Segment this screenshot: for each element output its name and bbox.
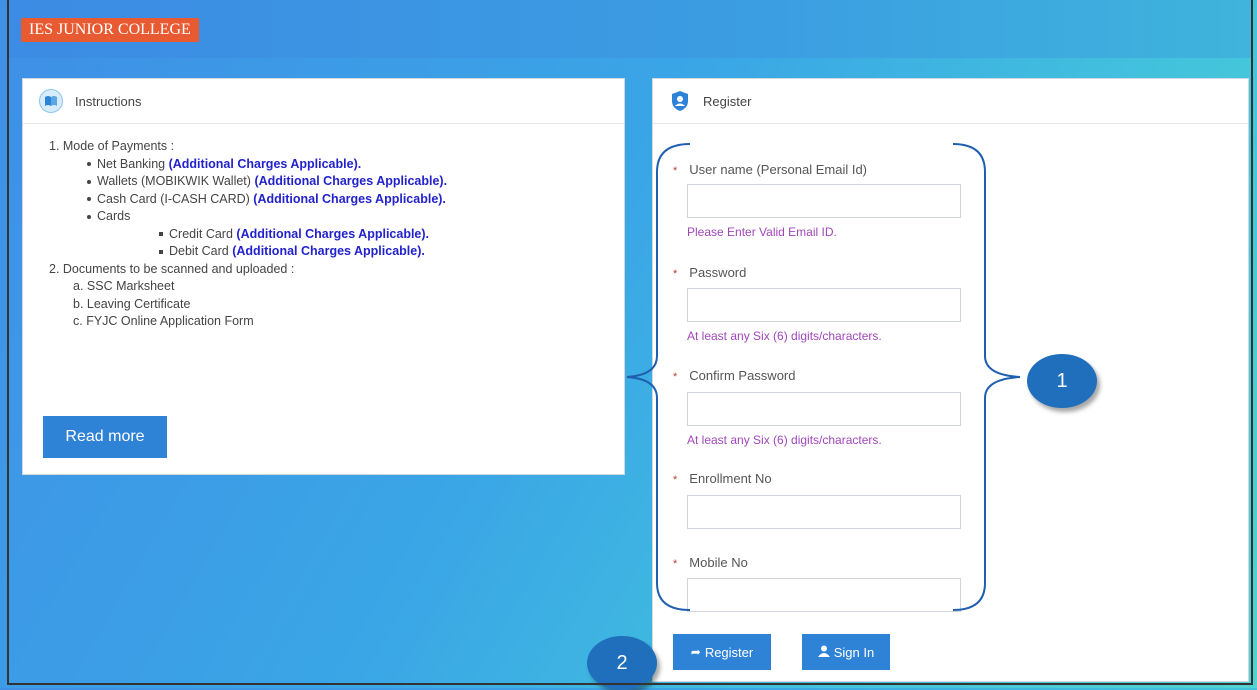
screenshot-frame <box>7 0 1253 685</box>
